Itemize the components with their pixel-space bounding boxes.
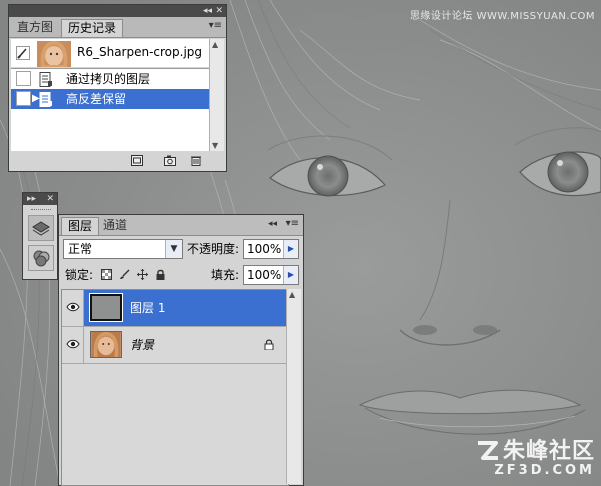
layer-visibility-toggle[interactable]: [62, 327, 84, 363]
snapshot-thumbnail: [37, 41, 71, 67]
tab-layers[interactable]: 图层: [61, 217, 100, 235]
layers-panel-button[interactable]: [28, 215, 54, 241]
strip-titlebar[interactable]: ▸▸ ✕: [23, 193, 57, 205]
watermark-logo: 朱峰社区 ZF3D.COM: [475, 433, 595, 478]
blend-mode-value: 正常: [68, 242, 93, 256]
new-document-from-state-icon[interactable]: [131, 155, 143, 166]
watermark-logo-text: 朱峰社区: [502, 439, 595, 464]
zf3d-logo-icon: [477, 441, 498, 460]
fill-field[interactable]: 100% ▶: [243, 265, 299, 285]
lock-label: 锁定:: [65, 268, 94, 282]
blend-mode-select[interactable]: 正常 ▼: [63, 239, 183, 259]
tab-channels[interactable]: 通道: [97, 217, 133, 235]
trash-icon[interactable]: [190, 155, 202, 166]
layers-tab-row: 图层 通道 ◂◂ ▾≡: [59, 215, 303, 236]
close-strip-icon[interactable]: ✕: [46, 194, 54, 204]
history-state-label: 通过拷贝的图层: [66, 72, 151, 86]
opacity-field[interactable]: 100% ▶: [243, 239, 299, 259]
layer-visibility-toggle[interactable]: [62, 290, 84, 326]
channels-circles-icon: [33, 250, 50, 267]
new-snapshot-icon[interactable]: [164, 155, 176, 166]
lock-brush-icon[interactable]: [119, 269, 130, 280]
watermark-site-text: 思缘设计论坛 WWW.MISSYUAN.COM: [409, 11, 595, 22]
layers-panel: 图层 通道 ◂◂ ▾≡ 正常 ▼ 不透明度: 100% ▶ 锁定: 填充: 10…: [58, 214, 304, 486]
layers-scrollbar[interactable]: ▲: [286, 289, 301, 484]
fill-slider-arrow-icon[interactable]: ▶: [283, 266, 298, 284]
history-state-label: 高反差保留: [66, 92, 127, 106]
history-panel: ◂◂ ✕ 直方图 历史记录 ▾≡ R6_Sharpen-crop.jpg 通过拷…: [8, 4, 227, 172]
history-tab-row: 直方图 历史记录 ▾≡: [9, 17, 226, 38]
strip-grip[interactable]: [31, 209, 51, 211]
history-state-item[interactable]: 通过拷贝的图层: [11, 69, 210, 89]
lock-move-icon[interactable]: [137, 269, 148, 280]
lock-fill-row: 锁定: 填充: 100% ▶: [59, 263, 303, 287]
fill-value: 100%: [247, 268, 282, 282]
history-footer: [9, 151, 226, 171]
scroll-up-icon[interactable]: ▲: [289, 290, 295, 299]
history-scrollbar[interactable]: ▲ ▼: [209, 39, 224, 151]
layer-name[interactable]: 背景: [130, 327, 154, 363]
blend-opacity-row: 正常 ▼ 不透明度: 100% ▶: [59, 237, 303, 261]
opacity-value: 100%: [247, 242, 282, 256]
layers-stack-icon: [32, 221, 50, 236]
history-state-item-selected[interactable]: ▶ 高反差保留: [11, 89, 210, 109]
layer-name[interactable]: 图层 1: [130, 290, 165, 326]
history-state-list: 通过拷贝的图层 ▶ 高反差保留: [11, 69, 210, 151]
layer-row-selected[interactable]: 图层 1: [62, 290, 288, 327]
history-source-checkbox[interactable]: [16, 91, 31, 106]
tab-histogram[interactable]: 直方图: [11, 19, 59, 37]
collapsed-panel-strip: ▸▸ ✕: [22, 192, 58, 280]
eye-icon: [66, 302, 80, 312]
eye-icon: [66, 339, 80, 349]
lock-transparent-icon[interactable]: [101, 269, 112, 280]
history-brush-source-icon[interactable]: [16, 46, 30, 60]
watermark-logo-sub: ZF3D.COM: [494, 463, 595, 478]
collapse-panel-icon[interactable]: ◂◂: [268, 219, 277, 229]
layers-panel-menu-icon[interactable]: ▾≡: [286, 218, 299, 229]
collapse-panel-icon[interactable]: ◂◂: [203, 6, 212, 16]
history-source-checkbox[interactable]: [16, 71, 31, 86]
history-panel-titlebar[interactable]: ◂◂ ✕: [9, 5, 226, 17]
history-state-icon: [39, 72, 52, 87]
channels-panel-button[interactable]: [28, 245, 54, 271]
opacity-label: 不透明度:: [187, 242, 240, 256]
layer-list: 图层 1 背景: [61, 289, 289, 486]
layer-row[interactable]: 背景: [62, 327, 288, 364]
expand-panels-icon[interactable]: ▸▸: [27, 194, 36, 204]
history-state-icon: [39, 92, 52, 107]
history-snapshot-row[interactable]: R6_Sharpen-crop.jpg: [11, 39, 210, 67]
layer-thumbnail-gray: [89, 293, 123, 322]
panel-menu-icon[interactable]: ▾≡: [209, 20, 222, 31]
lock-all-icon[interactable]: [155, 269, 166, 280]
snapshot-label: R6_Sharpen-crop.jpg: [77, 45, 203, 59]
opacity-slider-arrow-icon[interactable]: ▶: [283, 240, 298, 258]
layer-lock-icon: [264, 339, 274, 350]
tab-history[interactable]: 历史记录: [61, 19, 124, 37]
scroll-up-icon[interactable]: ▲: [212, 40, 218, 49]
close-panel-icon[interactable]: ✕: [215, 6, 223, 16]
fill-label: 填充:: [211, 268, 240, 282]
scroll-down-icon[interactable]: ▼: [212, 141, 218, 150]
layer-thumbnail-photo: [90, 331, 122, 358]
chevron-down-icon[interactable]: ▼: [165, 240, 182, 258]
